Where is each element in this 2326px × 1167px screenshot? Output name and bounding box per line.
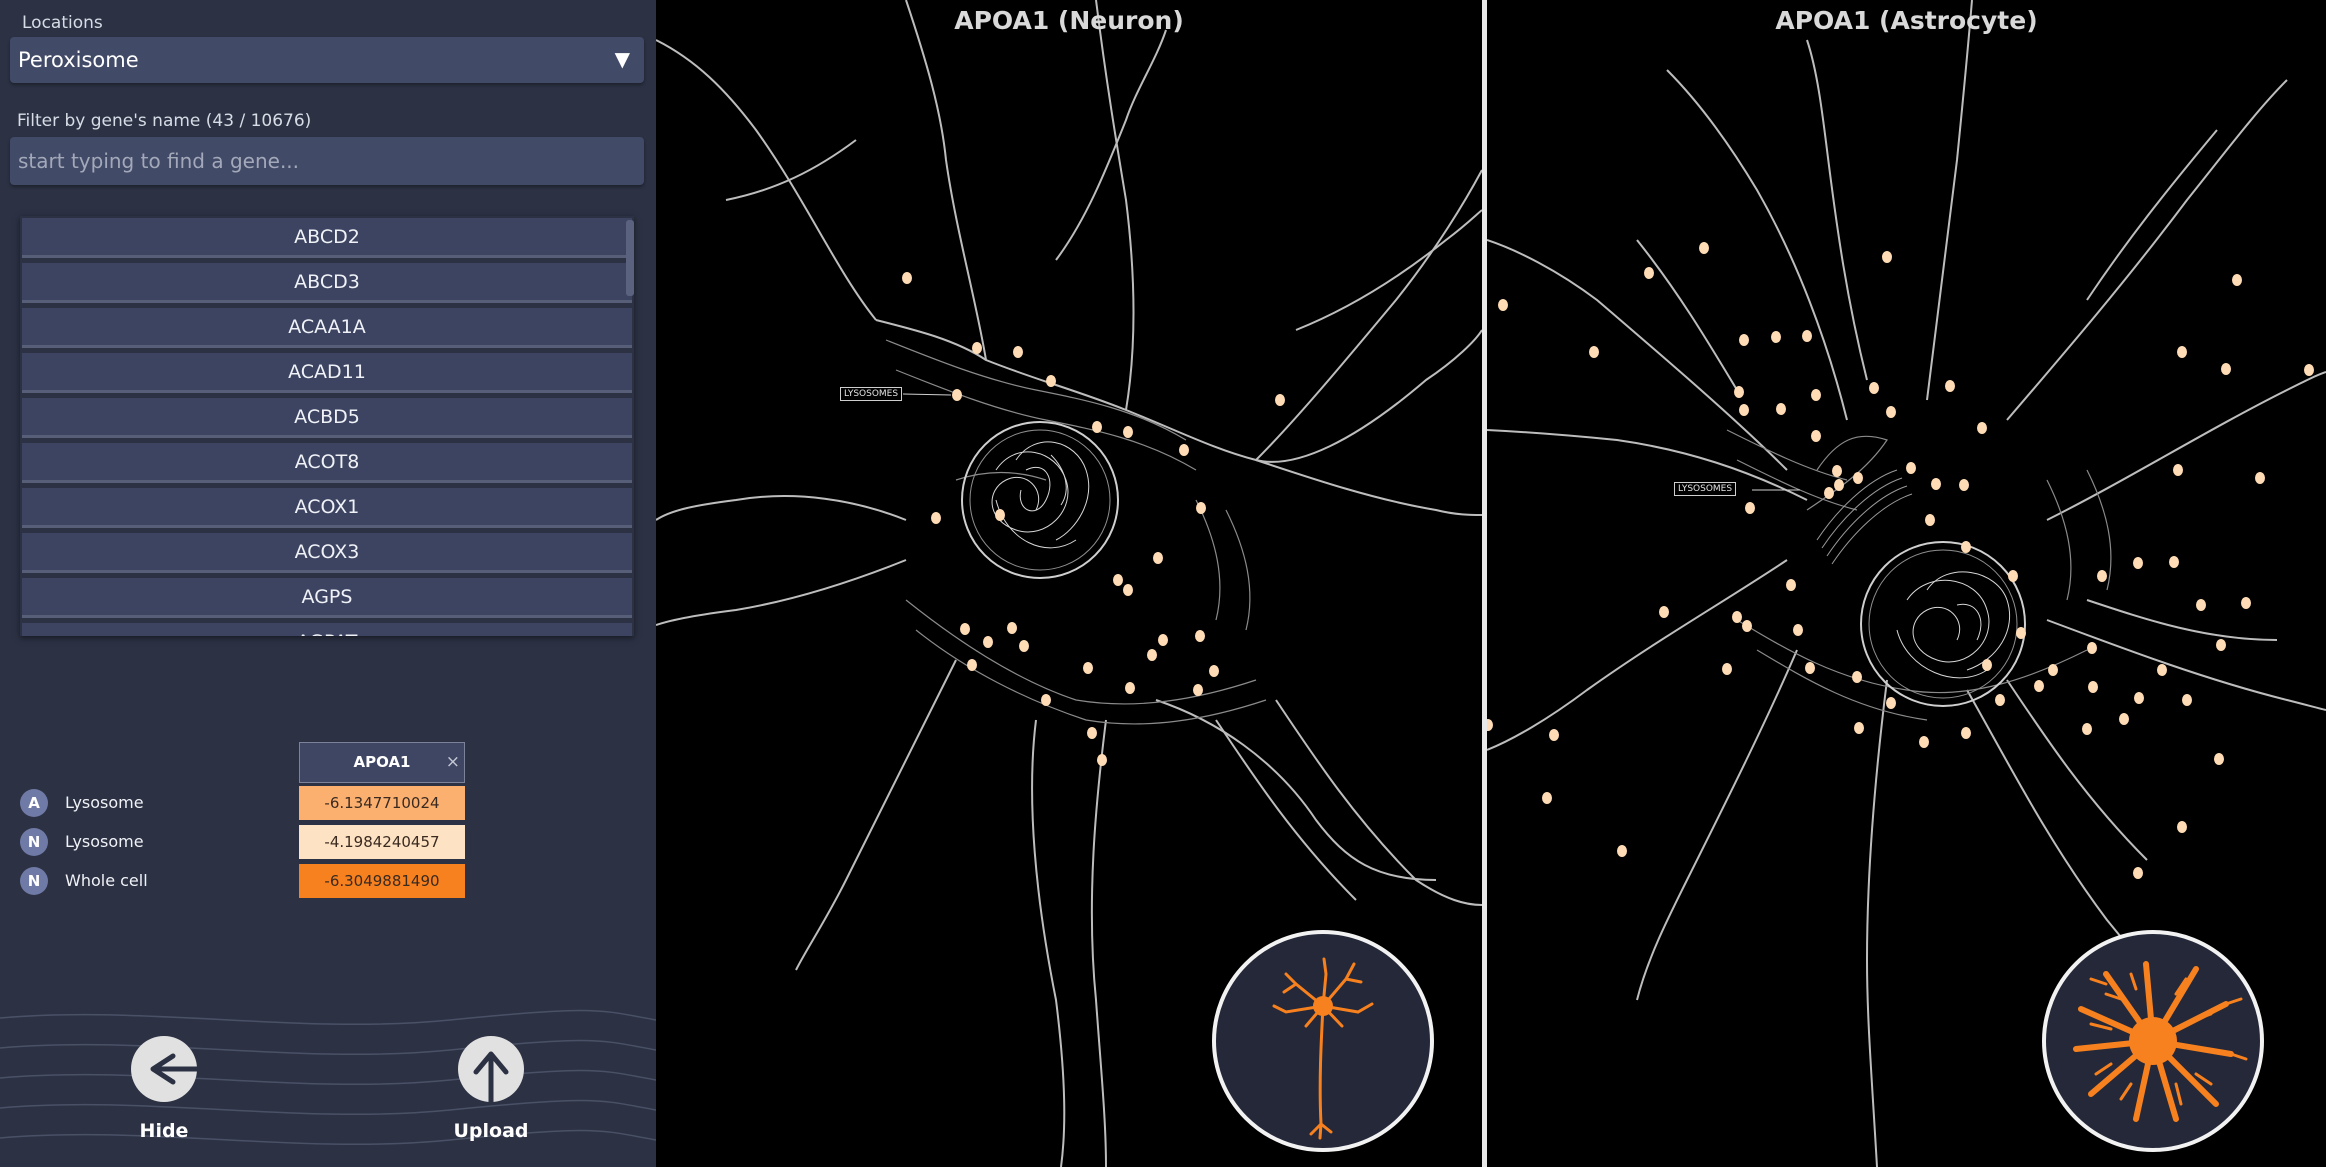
panel-title: APOA1 (Astrocyte) — [1775, 6, 2038, 35]
gene-list-item[interactable]: ACAA1A — [22, 308, 632, 348]
hide-button[interactable] — [131, 1036, 206, 1102]
close-icon[interactable]: × — [446, 743, 460, 782]
astrocyte-icon — [2073, 961, 2248, 1122]
result-location-label: Lysosome — [65, 793, 144, 812]
astrocyte-panel: APOA1 (Astrocyte) LYSOSOMES — [1487, 0, 2326, 1167]
gene-list-item[interactable]: ACOX3 — [22, 533, 632, 573]
gene-list-item[interactable]: ACOT8 — [22, 443, 632, 483]
decorative-waves — [0, 1009, 656, 1146]
gene-list-item[interactable]: ACOX1 — [22, 488, 632, 528]
result-location-label: Whole cell — [65, 871, 148, 890]
cell-type-badge: N — [20, 867, 48, 895]
hide-label[interactable]: Hide — [104, 1120, 224, 1142]
panel-title: APOA1 (Neuron) — [954, 6, 1184, 35]
gene-list-item[interactable]: ACBD5 — [22, 398, 632, 438]
result-value: -6.1347710024 — [299, 786, 465, 820]
gene-search-input[interactable] — [10, 137, 644, 185]
location-select-value: Peroxisome — [18, 48, 139, 72]
cell-type-badge: A — [20, 789, 48, 817]
upload-button[interactable] — [458, 1036, 524, 1111]
result-value: -4.1984240457 — [299, 825, 465, 859]
gene-filter-label: Filter by gene's name (43 / 10676) — [17, 111, 312, 131]
result-location-label: Lysosome — [65, 832, 144, 851]
cell-type-badge: N — [20, 828, 48, 856]
result-value: -6.3049881490 — [299, 864, 465, 898]
astrocyte-icon[interactable] — [2042, 930, 2264, 1152]
location-select[interactable]: Peroxisome ▼ — [10, 37, 644, 83]
arrow-up-icon — [473, 1051, 509, 1111]
gene-list-item[interactable]: AGPAT — [22, 623, 632, 636]
neuron-panel: APOA1 (Neuron) LYSOSOMES — [656, 0, 1482, 1167]
organelle-label: LYSOSOMES — [840, 387, 903, 401]
gene-list-item[interactable]: AGPS — [22, 578, 632, 618]
arrow-left-icon — [150, 1053, 206, 1085]
gene-list-item[interactable]: ABCD2 — [22, 218, 632, 258]
result-gene-name: APOA1 — [353, 753, 411, 771]
upload-label[interactable]: Upload — [431, 1120, 551, 1142]
gene-list[interactable]: ABCD2 ABCD3 ACAA1A ACAD11 ACBD5 ACOT8 AC… — [20, 216, 634, 636]
gene-list-item[interactable]: ABCD3 — [22, 263, 632, 303]
locations-label: Locations — [22, 13, 103, 33]
gene-list-scrollbar[interactable] — [626, 220, 634, 296]
result-gene-header: APOA1 × — [299, 742, 465, 783]
gene-list-item[interactable]: ACAD11 — [22, 353, 632, 393]
neuron-icon[interactable] — [1212, 930, 1434, 1152]
neuron-icon — [1272, 957, 1374, 1140]
sidebar: Locations Peroxisome ▼ Filter by gene's … — [0, 0, 656, 1167]
dropdown-caret-icon: ▼ — [614, 47, 630, 71]
organelle-label: LYSOSOMES — [1674, 482, 1737, 496]
